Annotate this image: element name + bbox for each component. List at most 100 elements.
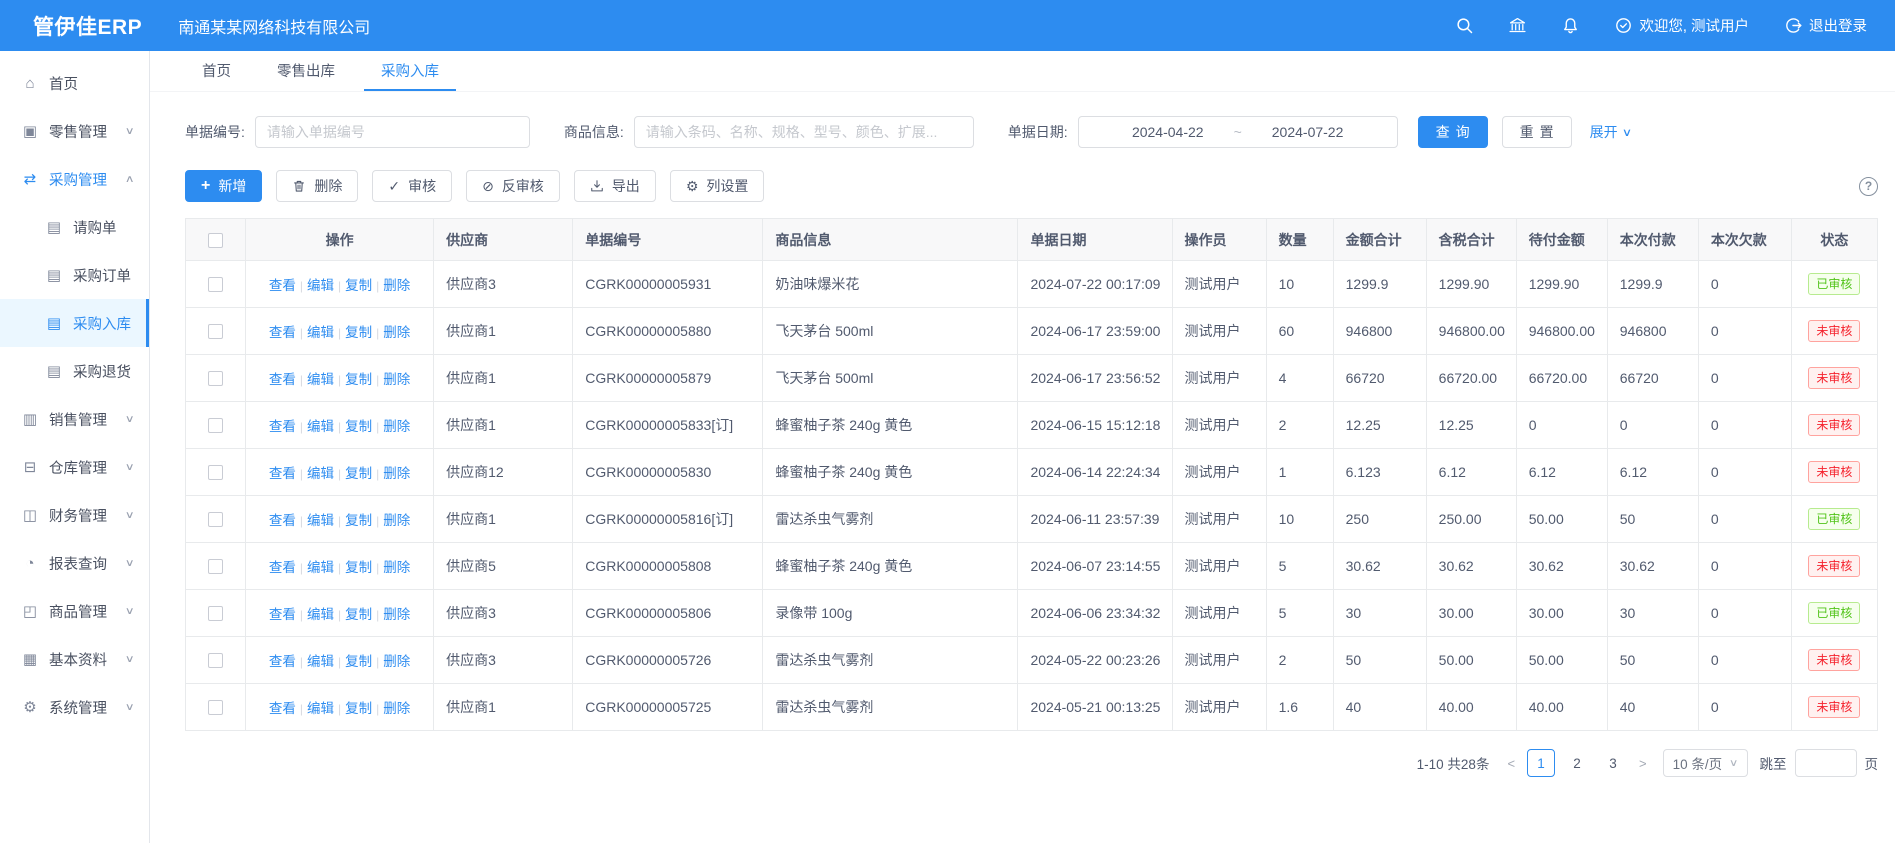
row-action-edit[interactable]: 编辑: [307, 654, 334, 669]
page-button-2[interactable]: 2: [1563, 749, 1591, 777]
page-button-3[interactable]: 3: [1599, 749, 1627, 777]
row-action-view[interactable]: 查看: [269, 325, 296, 340]
pagination: 1-10 共28条 < 1 2 3 > 10 条/页 ∨ 跳至 页: [185, 749, 1878, 777]
row-action-delete[interactable]: 删除: [383, 372, 410, 387]
reset-button[interactable]: 重置: [1502, 116, 1572, 148]
sidebar-item-sales[interactable]: ▥ 销售管理 ∨: [0, 395, 149, 443]
row-action-delete[interactable]: 删除: [383, 513, 410, 528]
row-action-copy[interactable]: 复制: [345, 419, 372, 434]
unaudit-button[interactable]: ⊘ 反审核: [466, 170, 560, 202]
row-action-edit[interactable]: 编辑: [307, 325, 334, 340]
add-button[interactable]: + 新增: [185, 170, 262, 202]
row-checkbox[interactable]: [208, 606, 223, 621]
sidebar-item-system[interactable]: ⚙ 系统管理 ∨: [0, 683, 149, 731]
row-action-delete[interactable]: 删除: [383, 419, 410, 434]
tab-home[interactable]: 首页: [185, 51, 248, 91]
row-action-edit[interactable]: 编辑: [307, 701, 334, 716]
sidebar-item-warehouse[interactable]: ⊟ 仓库管理 ∨: [0, 443, 149, 491]
date-range-picker[interactable]: 2024-04-22 ~ 2024-07-22: [1078, 116, 1398, 148]
col-header-operator: 操作员: [1172, 219, 1266, 261]
row-action-view[interactable]: 查看: [269, 466, 296, 481]
tab-purchase-inbound[interactable]: 采购入库: [364, 51, 456, 91]
row-action-copy[interactable]: 复制: [345, 701, 372, 716]
row-action-delete[interactable]: 删除: [383, 325, 410, 340]
delete-button[interactable]: 删除: [276, 170, 358, 202]
cell-supplier: 供应商1: [434, 684, 573, 731]
row-action-view[interactable]: 查看: [269, 654, 296, 669]
product-info-input[interactable]: [634, 116, 974, 148]
sidebar-item-finance[interactable]: ◫ 财务管理 ∨: [0, 491, 149, 539]
row-action-edit[interactable]: 编辑: [307, 560, 334, 575]
row-checkbox[interactable]: [208, 700, 223, 715]
row-action-copy[interactable]: 复制: [345, 325, 372, 340]
cell-qty: 1.6: [1266, 684, 1333, 731]
row-action-view[interactable]: 查看: [269, 607, 296, 622]
page-button-1[interactable]: 1: [1527, 749, 1555, 777]
row-action-view[interactable]: 查看: [269, 560, 296, 575]
row-action-view[interactable]: 查看: [269, 372, 296, 387]
row-checkbox[interactable]: [208, 371, 223, 386]
row-checkbox[interactable]: [208, 277, 223, 292]
tab-retail-outbound[interactable]: 零售出库: [260, 51, 352, 91]
row-action-delete[interactable]: 删除: [383, 278, 410, 293]
row-checkbox[interactable]: [208, 559, 223, 574]
audit-button[interactable]: ✓ 审核: [372, 170, 452, 202]
row-action-copy[interactable]: 复制: [345, 466, 372, 481]
row-action-delete[interactable]: 删除: [383, 560, 410, 575]
sidebar-item-home[interactable]: ⌂ 首页: [0, 59, 149, 107]
logout-button[interactable]: 退出登录: [1785, 15, 1867, 36]
row-action-view[interactable]: 查看: [269, 419, 296, 434]
row-action-copy[interactable]: 复制: [345, 654, 372, 669]
row-action-edit[interactable]: 编辑: [307, 372, 334, 387]
row-action-copy[interactable]: 复制: [345, 372, 372, 387]
row-action-view[interactable]: 查看: [269, 278, 296, 293]
row-action-edit[interactable]: 编辑: [307, 513, 334, 528]
row-action-view[interactable]: 查看: [269, 701, 296, 716]
page-size-select[interactable]: 10 条/页 ∨: [1663, 749, 1748, 777]
row-action-edit[interactable]: 编辑: [307, 278, 334, 293]
sidebar-item-purchase-inbound[interactable]: ▤ 采购入库: [0, 299, 149, 347]
select-all-checkbox[interactable]: [208, 233, 223, 248]
user-menu[interactable]: 欢迎您, 测试用户: [1615, 15, 1749, 36]
bank-icon[interactable]: [1509, 17, 1526, 34]
row-action-delete[interactable]: 删除: [383, 466, 410, 481]
sidebar-item-purchase-order[interactable]: ▤ 采购订单: [0, 251, 149, 299]
row-checkbox[interactable]: [208, 465, 223, 480]
prev-page-button[interactable]: <: [1503, 756, 1519, 771]
row-action-copy[interactable]: 复制: [345, 278, 372, 293]
column-settings-button[interactable]: ⚙ 列设置: [670, 170, 765, 202]
row-action-edit[interactable]: 编辑: [307, 466, 334, 481]
row-checkbox[interactable]: [208, 653, 223, 668]
row-action-delete[interactable]: 删除: [383, 654, 410, 669]
sidebar-item-purchase[interactable]: ⇄ 采购管理 ∧: [0, 155, 149, 203]
bell-icon[interactable]: [1562, 17, 1579, 34]
row-action-copy[interactable]: 复制: [345, 513, 372, 528]
sidebar-item-basic-data[interactable]: ▦ 基本资料 ∨: [0, 635, 149, 683]
cell-bill-no: CGRK00000005808: [573, 543, 763, 590]
sidebar-item-purchase-return[interactable]: ▤ 采购退货: [0, 347, 149, 395]
sidebar-item-goods[interactable]: ◰ 商品管理 ∨: [0, 587, 149, 635]
expand-filters-link[interactable]: 展开 ∨: [1590, 122, 1631, 142]
sidebar-item-purchase-request[interactable]: ▤ 请购单: [0, 203, 149, 251]
next-page-button[interactable]: >: [1635, 756, 1651, 771]
cell-paid: 66720: [1607, 355, 1698, 402]
row-action-view[interactable]: 查看: [269, 513, 296, 528]
row-action-delete[interactable]: 删除: [383, 607, 410, 622]
row-checkbox[interactable]: [208, 324, 223, 339]
row-checkbox[interactable]: [208, 418, 223, 433]
sidebar-item-reports[interactable]: ◔ 报表查询 ∨: [0, 539, 149, 587]
cell-qty: 2: [1266, 637, 1333, 684]
row-checkbox[interactable]: [208, 512, 223, 527]
row-action-copy[interactable]: 复制: [345, 560, 372, 575]
row-action-edit[interactable]: 编辑: [307, 607, 334, 622]
sidebar-item-retail[interactable]: ▣ 零售管理 ∨: [0, 107, 149, 155]
search-button[interactable]: 查询: [1418, 116, 1488, 148]
help-icon[interactable]: ?: [1859, 177, 1878, 196]
bill-no-input[interactable]: [255, 116, 530, 148]
row-action-copy[interactable]: 复制: [345, 607, 372, 622]
jump-page-input[interactable]: [1795, 749, 1857, 777]
export-button[interactable]: 导出: [574, 170, 656, 202]
row-action-delete[interactable]: 删除: [383, 701, 410, 716]
search-icon[interactable]: [1456, 17, 1473, 34]
row-action-edit[interactable]: 编辑: [307, 419, 334, 434]
